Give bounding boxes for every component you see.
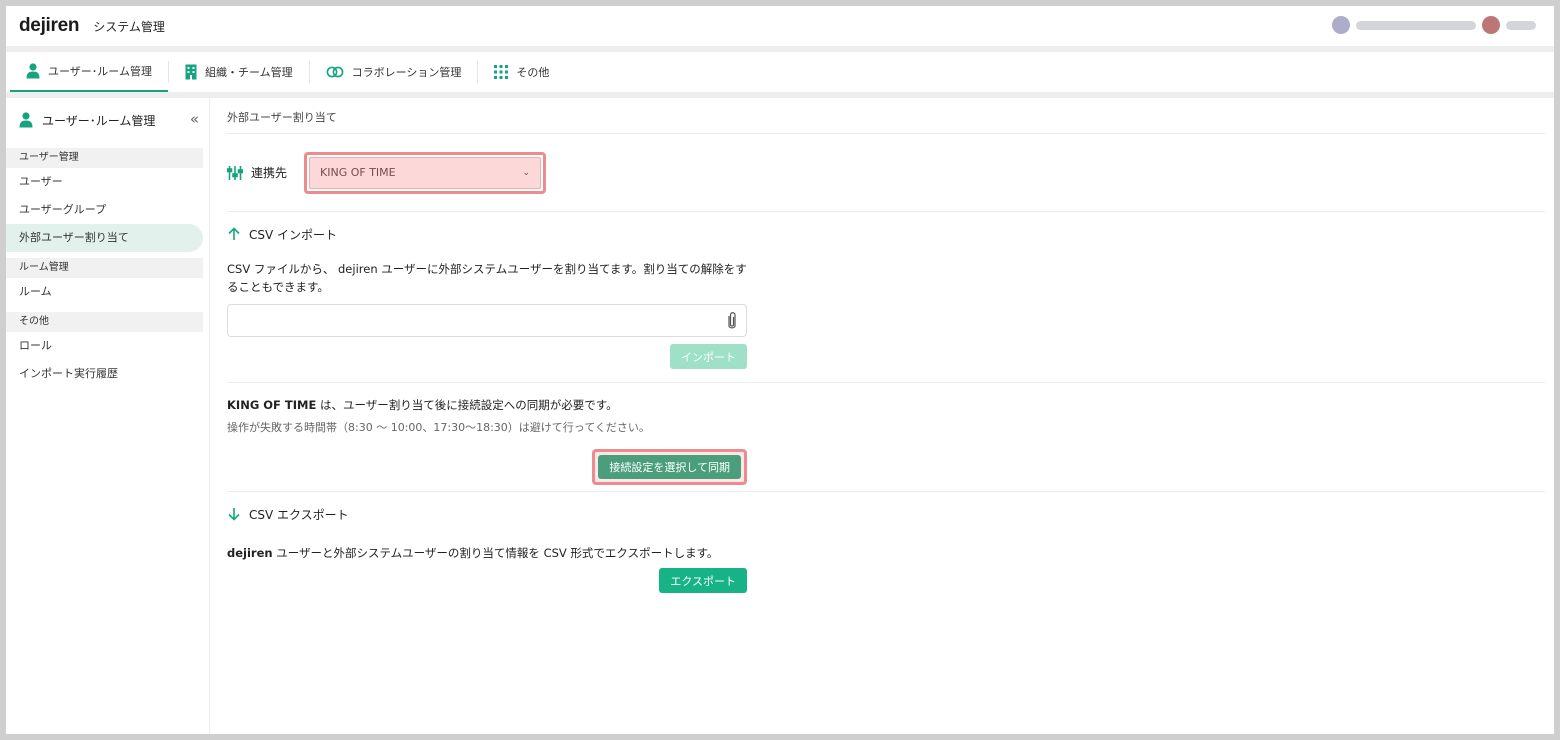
app-window: dejiren システム管理 ユーザー･ルーム管理 組織・チーム管理 コラボレー…: [6, 6, 1554, 734]
sidebar-item-user-groups[interactable]: ユーザーグループ: [6, 196, 203, 224]
highlight-frame: 接続設定を選択して同期: [592, 449, 747, 485]
sidebar-item-rooms[interactable]: ルーム: [6, 278, 203, 306]
tab-label: ユーザー･ルーム管理: [48, 65, 152, 78]
select-value: KING OF TIME: [320, 166, 396, 179]
main-content: 外部ユーザー割り当て 連携先 KING OF TIME ⌄ CSV インポート …: [227, 98, 1545, 593]
import-button[interactable]: インポート: [670, 344, 747, 369]
org-avatar: [1332, 16, 1350, 34]
chevron-down-icon: ⌄: [522, 167, 531, 178]
dejiren-logo[interactable]: dejiren: [19, 15, 80, 37]
sidebar-section-other: その他: [6, 312, 203, 332]
sidebar: ユーザー･ルーム管理 « ユーザー管理 ユーザー ユーザーグループ 外部ユーザー…: [6, 98, 210, 734]
export-desc-bold: dejiren: [227, 546, 273, 560]
user-avatar: [1482, 16, 1500, 34]
description-line: ることもできます。: [227, 280, 329, 294]
sidebar-title: ユーザー･ルーム管理: [42, 113, 156, 128]
csv-import-heading: CSV インポート: [227, 212, 1545, 256]
app-header: dejiren システム管理: [6, 6, 1554, 46]
sync-message: KING OF TIME は、ユーザー割り当て後に接続設定への同期が必要です。: [227, 395, 1545, 415]
integration-icon: [227, 165, 243, 180]
sidebar-section-room: ルーム管理: [6, 258, 203, 278]
tab-org-team[interactable]: 組織・チーム管理: [169, 52, 309, 92]
link-icon: [326, 66, 344, 78]
tab-others[interactable]: その他: [478, 52, 565, 92]
export-button[interactable]: エクスポート: [659, 568, 747, 593]
description-line: CSV ファイルから、 dejiren ユーザーに外部システムユーザーを割り当て…: [227, 262, 747, 276]
csv-file-input[interactable]: [227, 304, 747, 337]
sidebar-section-user: ユーザー管理: [6, 148, 203, 168]
link-target-row: 連携先 KING OF TIME ⌄: [227, 134, 1545, 212]
export-desc-text: ユーザーと外部システムユーザーの割り当て情報を CSV 形式でエクスポートします…: [272, 546, 719, 560]
header-title: システム管理: [93, 19, 165, 34]
tab-collaboration[interactable]: コラボレーション管理: [310, 52, 478, 92]
sync-system-name: KING OF TIME: [227, 398, 317, 412]
collapse-sidebar-icon[interactable]: «: [190, 110, 199, 128]
grid-icon: [494, 65, 509, 79]
sync-section: KING OF TIME は、ユーザー割り当て後に接続設定への同期が必要です。 …: [227, 383, 1545, 485]
org-name-blurred: [1356, 20, 1476, 30]
building-icon: [185, 64, 197, 80]
tab-label: コラボレーション管理: [351, 66, 462, 79]
sync-button[interactable]: 接続設定を選択して同期: [598, 455, 741, 479]
csv-export-description: dejiren ユーザーと外部システムユーザーの割り当て情報を CSV 形式でエ…: [227, 544, 787, 562]
page-title: 外部ユーザー割り当て: [227, 98, 1545, 134]
user-name-blurred: [1506, 20, 1536, 30]
link-target-label: 連携先: [251, 166, 288, 180]
main-nav: ユーザー･ルーム管理 組織・チーム管理 コラボレーション管理 その他: [6, 52, 1554, 92]
sidebar-item-external-assignment[interactable]: 外部ユーザー割り当て: [6, 224, 203, 252]
link-target-select[interactable]: KING OF TIME ⌄: [309, 156, 542, 189]
tab-label: その他: [516, 66, 550, 79]
csv-export-heading: CSV エクスポート: [227, 492, 1545, 536]
sidebar-item-users[interactable]: ユーザー: [6, 168, 203, 196]
csv-export-title: CSV エクスポート: [249, 507, 349, 522]
sidebar-item-import-history[interactable]: インポート実行履歴: [6, 360, 203, 388]
sync-message-text: は、ユーザー割り当て後に接続設定への同期が必要です。: [316, 398, 618, 412]
tab-user-room[interactable]: ユーザー･ルーム管理: [10, 52, 168, 92]
sync-note: 操作が失敗する時間帯（8:30 ～ 10:00、17:30～18:30）は避けて…: [227, 421, 650, 434]
person-icon: [26, 63, 40, 79]
csv-import-title: CSV インポート: [249, 227, 338, 242]
sidebar-item-roles[interactable]: ロール: [6, 332, 203, 360]
paperclip-icon[interactable]: [726, 311, 738, 331]
account-area[interactable]: [1332, 16, 1536, 34]
arrow-up-icon: [228, 227, 240, 240]
sidebar-header: ユーザー･ルーム管理 «: [6, 98, 209, 142]
tab-label: 組織・チーム管理: [204, 66, 293, 79]
arrow-down-icon: [228, 508, 240, 521]
person-icon: [19, 112, 33, 128]
highlight-frame: KING OF TIME ⌄: [304, 151, 547, 194]
csv-import-description: CSV ファイルから、 dejiren ユーザーに外部システムユーザーを割り当て…: [227, 260, 747, 296]
